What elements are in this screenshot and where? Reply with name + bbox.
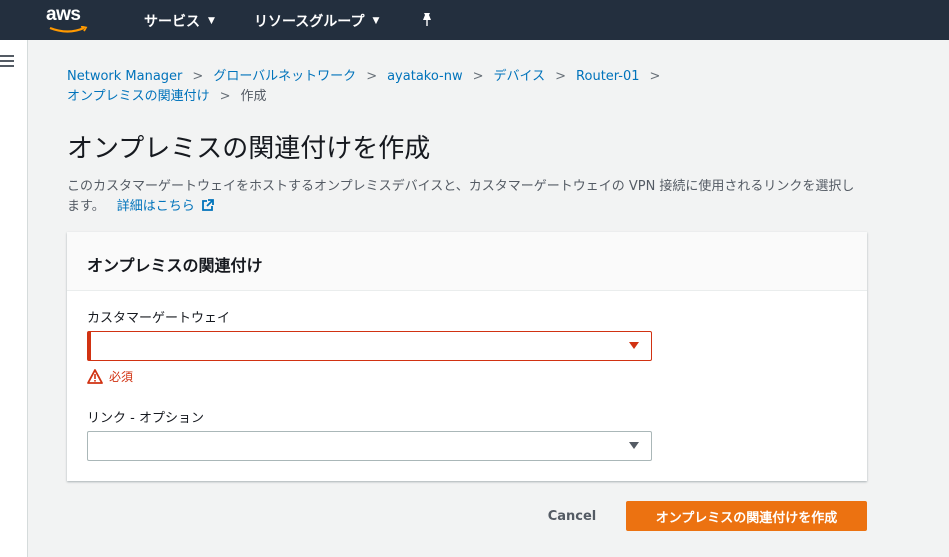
resource-groups-menu[interactable]: リソースグループ ▼ [254, 11, 379, 31]
breadcrumb-on-premises-associations[interactable]: オンプレミスの関連付け [67, 89, 210, 104]
page-description: このカスタマーゲートウェイをホストするオンプレミスデバイスと、カスタマーゲートウ… [67, 177, 867, 217]
external-link-icon [201, 199, 214, 211]
create-association-button[interactable]: オンプレミスの関連付けを作成 [626, 501, 867, 531]
chevron-right-icon: > [192, 69, 204, 84]
learn-more-label: 詳細はこちら [116, 199, 195, 214]
chevron-right-icon: > [472, 69, 484, 84]
menu-icon[interactable] [0, 55, 14, 67]
customer-gateway-error: 必須 [87, 368, 133, 385]
chevron-right-icon: > [366, 69, 378, 84]
sidebar-collapsed [0, 40, 28, 557]
customer-gateway-select[interactable] [87, 331, 652, 361]
pin-icon[interactable] [420, 12, 434, 28]
breadcrumb-current: 作成 [240, 89, 267, 104]
breadcrumb-devices[interactable]: デバイス [494, 69, 546, 84]
learn-more-link[interactable]: 詳細はこちら [117, 199, 214, 214]
panel-header: オンプレミスの関連付け [67, 232, 867, 291]
cancel-button[interactable]: Cancel [534, 502, 610, 530]
error-text: 必須 [109, 370, 134, 384]
breadcrumb-network-manager[interactable]: Network Manager [67, 69, 182, 84]
chevron-down-icon: ▼ [208, 16, 215, 26]
on-premises-association-panel: オンプレミスの関連付け カスタマーゲートウェイ 必須 リンク - オプション [67, 232, 867, 481]
breadcrumb: Network Manager > グローバルネットワーク > ayatako-nw > デ… [67, 67, 727, 107]
customer-gateway-label: カスタマーゲートウェイ [87, 311, 231, 326]
services-label: サービス [144, 14, 200, 30]
caret-down-icon [629, 442, 639, 449]
breadcrumb-network-name[interactable]: ayatako-nw [387, 69, 463, 84]
aws-logo[interactable]: aws [46, 4, 90, 34]
breadcrumb-device-name[interactable]: Router-01 [576, 69, 639, 84]
link-select[interactable] [87, 431, 652, 461]
chevron-right-icon: > [649, 69, 661, 84]
breadcrumb-global-networks[interactable]: グローバルネットワーク [213, 69, 356, 84]
top-navigation-bar: aws サービス ▼ リソースグループ ▼ [0, 0, 949, 40]
services-menu[interactable]: サービス ▼ [144, 11, 215, 31]
resource-groups-label: リソースグループ [254, 14, 365, 30]
page-title: オンプレミスの関連付けを作成 [67, 134, 431, 164]
chevron-down-icon: ▼ [372, 16, 380, 26]
chevron-right-icon: > [555, 69, 567, 84]
aws-smile-icon [49, 26, 88, 33]
chevron-right-icon: > [219, 89, 231, 104]
link-label: リンク - オプション [87, 411, 204, 426]
aws-logo-text: aws [46, 4, 81, 25]
warning-icon [87, 369, 103, 384]
caret-down-icon [629, 342, 639, 349]
